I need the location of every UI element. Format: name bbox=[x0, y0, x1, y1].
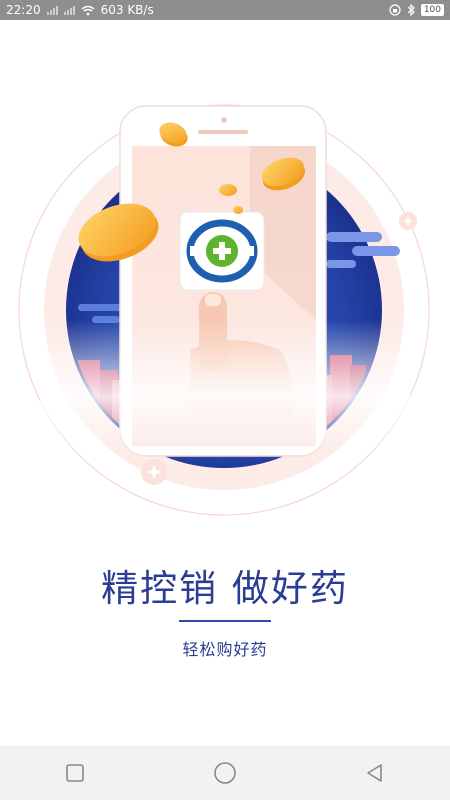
app-logo bbox=[179, 211, 265, 291]
headline-divider bbox=[179, 620, 271, 622]
status-time: 22:20 bbox=[6, 3, 41, 17]
battery-level: 100 bbox=[423, 5, 441, 15]
battery-icon: 100 bbox=[420, 4, 444, 16]
system-nav-bar bbox=[0, 746, 450, 800]
coin-tiny bbox=[233, 206, 243, 214]
recent-apps-icon bbox=[66, 764, 84, 782]
sparkle-icon-2 bbox=[141, 459, 167, 485]
sparkle-icon bbox=[399, 212, 417, 230]
signal-icon-2 bbox=[63, 5, 75, 15]
headline: 精控销 做好药 bbox=[101, 567, 349, 610]
back-button[interactable] bbox=[355, 753, 395, 793]
home-icon bbox=[214, 762, 236, 784]
home-button[interactable] bbox=[205, 753, 245, 793]
subline: 轻松购好药 bbox=[182, 640, 268, 659]
status-bar: 22:20 603 KB/s 100 bbox=[0, 0, 450, 20]
bluetooth-icon bbox=[407, 4, 415, 16]
wifi-icon bbox=[81, 5, 95, 15]
network-speed: 603 KB/s bbox=[100, 3, 154, 17]
bottom-fade bbox=[40, 320, 410, 460]
back-icon bbox=[367, 764, 382, 782]
coin-small bbox=[219, 184, 237, 196]
splash-illustration bbox=[18, 104, 430, 516]
signal-icon bbox=[46, 5, 58, 15]
lock-rotation-icon bbox=[389, 4, 401, 16]
recent-apps-button[interactable] bbox=[55, 753, 95, 793]
